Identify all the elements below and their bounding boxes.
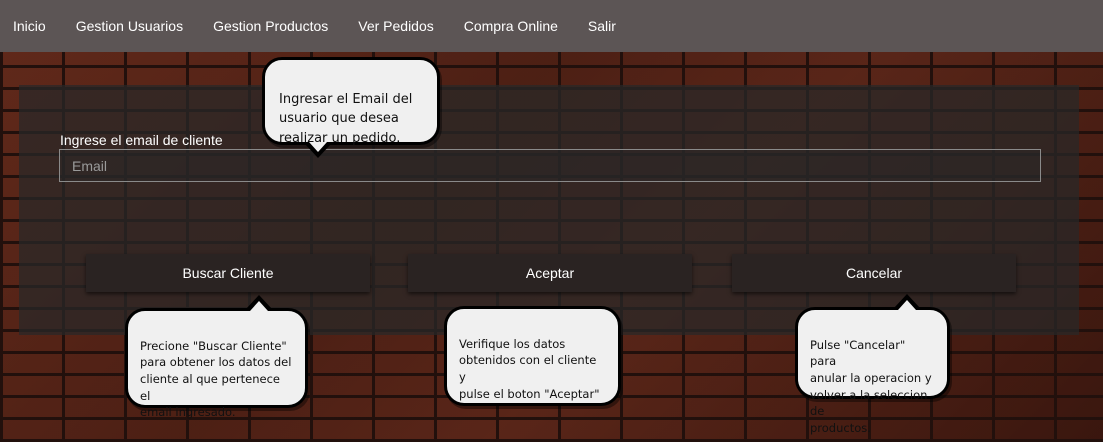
top-navbar: Inicio Gestion Usuarios Gestion Producto… — [0, 0, 1103, 52]
nav-item-gestion-productos[interactable]: Gestion Productos — [213, 18, 328, 34]
nav-item-gestion-usuarios[interactable]: Gestion Usuarios — [76, 18, 183, 34]
buscar-help-text: Precione "Buscar Cliente" para obtener l… — [140, 338, 292, 420]
buscar-help-tooltip: Precione "Buscar Cliente" para obtener l… — [125, 295, 308, 419]
tooltip-tail-inner — [898, 300, 916, 310]
email-help-tooltip: Ingresar el Email del usuario que desea … — [262, 57, 440, 158]
nav-item-compra-online[interactable]: Compra Online — [464, 18, 558, 34]
cancelar-help-text: Pulse "Cancelar" para anular la operacio… — [810, 337, 932, 436]
tooltip-tail-inner — [309, 142, 327, 152]
aceptar-help-tooltip: Verifique los datos obtenidos con el cli… — [444, 306, 621, 406]
nav-item-salir[interactable]: Salir — [588, 18, 616, 34]
email-label: Ingrese el email de cliente — [60, 132, 223, 148]
aceptar-button[interactable]: Aceptar — [408, 254, 692, 292]
nav-item-ver-pedidos[interactable]: Ver Pedidos — [358, 18, 434, 34]
form-panel — [19, 85, 1079, 335]
aceptar-help-text: Verifique los datos obtenidos con el cli… — [459, 336, 600, 401]
email-input[interactable] — [59, 149, 1041, 182]
nav-item-inicio[interactable]: Inicio — [13, 18, 46, 34]
cancelar-help-tooltip: Pulse "Cancelar" para anular la operacio… — [795, 294, 950, 435]
email-help-text: Ingresar el Email del usuario que desea … — [279, 91, 413, 146]
cancelar-button[interactable]: Cancelar — [732, 254, 1016, 292]
buscar-cliente-button[interactable]: Buscar Cliente — [86, 254, 370, 292]
tooltip-tail-inner — [250, 301, 268, 311]
